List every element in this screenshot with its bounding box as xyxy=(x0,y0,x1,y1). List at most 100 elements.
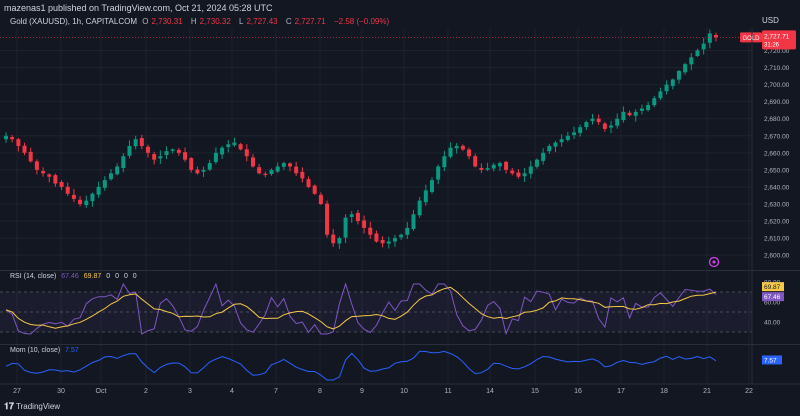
candle-body xyxy=(226,144,231,148)
candle-body xyxy=(90,193,95,202)
candle-body xyxy=(528,166,533,174)
candle-body xyxy=(108,173,113,180)
candle-body xyxy=(331,234,336,244)
candle-body xyxy=(467,149,472,157)
rsi-legend-value: 67.46 xyxy=(61,273,79,280)
candle-body xyxy=(183,152,188,160)
candle-body xyxy=(609,125,614,128)
time-axis-label: 30 xyxy=(57,388,65,395)
candle-body xyxy=(473,156,478,167)
candle-body xyxy=(664,84,669,92)
candle-body xyxy=(195,169,200,174)
candle-body xyxy=(349,214,354,218)
candle-body xyxy=(343,217,348,238)
candle-body xyxy=(127,146,132,156)
candle-body xyxy=(627,112,632,116)
price-tag-value: 2,727.71 xyxy=(764,33,790,40)
candle-body xyxy=(84,200,89,206)
candle-body xyxy=(676,70,681,80)
candle-body xyxy=(454,146,459,149)
candle-body xyxy=(325,203,330,235)
candle-body xyxy=(115,166,120,175)
candle-body xyxy=(41,171,46,174)
price-tag-symbol: GOLD xyxy=(742,36,760,42)
candle-body xyxy=(621,111,626,121)
price-axis-label: 2,660.00 xyxy=(764,150,790,157)
candle-body xyxy=(497,163,502,167)
candle-body xyxy=(213,152,218,163)
candle-body xyxy=(448,147,453,157)
candle-body xyxy=(263,173,268,175)
time-axis-label: 15 xyxy=(531,388,539,395)
candle-body xyxy=(189,158,194,170)
tv-mark-icon: 𝟏𝟕 xyxy=(4,401,15,411)
candle-body xyxy=(207,163,212,170)
candle-body xyxy=(510,170,515,174)
candle-body xyxy=(220,147,225,155)
candle-body xyxy=(22,145,27,153)
time-axis-label: 22 xyxy=(745,388,753,395)
candle-body xyxy=(355,212,360,222)
time-axis-label: 16 xyxy=(574,388,582,395)
price-chart[interactable]: 27 30 Oct 2 3 4 7 8 9 10 11 14 15 16 17 18 21 222,720.002… xyxy=(0,0,800,416)
candle-body xyxy=(374,233,379,242)
candle-body xyxy=(417,200,422,216)
candle-body xyxy=(479,167,484,170)
price-axis-label: 2,650.00 xyxy=(764,167,790,174)
price-axis-label: 2,680.00 xyxy=(764,116,790,123)
candle-body xyxy=(4,135,8,140)
panel-separator[interactable] xyxy=(0,344,800,345)
time-axis-label: 9 xyxy=(360,388,364,395)
candle-body xyxy=(312,185,317,194)
candle-body xyxy=(695,50,700,57)
mom-legend[interactable]: Mom (10, close) 7.57 xyxy=(10,347,79,354)
candle-body xyxy=(559,139,564,143)
candle-body xyxy=(442,156,447,168)
candle-body xyxy=(516,172,521,177)
rsi-ma-tag: 69.87 xyxy=(764,284,781,291)
candle-body xyxy=(534,159,539,167)
time-axis-label: 4 xyxy=(230,388,234,395)
candle-body xyxy=(386,241,391,244)
candle-body xyxy=(96,186,101,195)
rsi-legend[interactable]: RSI (14, close) 67.46 69.87 0 0 0 0 xyxy=(10,273,137,280)
candle-body xyxy=(646,105,651,110)
candle-body xyxy=(522,173,527,177)
candle-body xyxy=(257,167,262,174)
candle-body xyxy=(707,33,712,43)
candle-body xyxy=(318,194,323,204)
rsi-extra-value: 0 xyxy=(106,273,111,280)
candle-body xyxy=(34,161,39,170)
candle-body xyxy=(633,111,638,116)
candle-body xyxy=(53,175,58,184)
candle-body xyxy=(176,149,181,153)
candle-body xyxy=(436,166,441,180)
panel-separator[interactable] xyxy=(0,270,800,271)
mom-line xyxy=(5,350,717,381)
price-axis-label: 2,620.00 xyxy=(764,219,790,226)
time-axis-label: 27 xyxy=(13,388,21,395)
brand-text: TradingView xyxy=(16,402,61,411)
candle-body xyxy=(405,227,410,235)
candle-body xyxy=(411,214,416,230)
candle-body xyxy=(78,199,83,204)
candle-body xyxy=(269,169,274,175)
rsi-extra-value: 0 xyxy=(123,273,128,280)
rsi-extra-value: 0 xyxy=(115,273,119,280)
time-axis-label: 17 xyxy=(617,388,625,395)
time-axis-label: 18 xyxy=(660,388,668,395)
candle-body xyxy=(565,135,570,140)
candle-body xyxy=(121,156,126,169)
price-axis-label: 2,630.00 xyxy=(764,202,790,209)
candle-body xyxy=(504,161,509,170)
candle-body xyxy=(306,179,311,187)
mom-title: Mom (10, close) xyxy=(10,347,61,354)
time-axis-label: 7 xyxy=(274,388,278,395)
candle-body xyxy=(244,149,249,157)
tradingview-logo: 𝟏𝟕 TradingView xyxy=(4,401,60,412)
candle-body xyxy=(572,132,576,136)
candle-body xyxy=(430,180,434,192)
price-axis-label: 2,640.00 xyxy=(764,184,790,191)
candle-body xyxy=(491,164,496,169)
candle-body xyxy=(170,149,175,151)
